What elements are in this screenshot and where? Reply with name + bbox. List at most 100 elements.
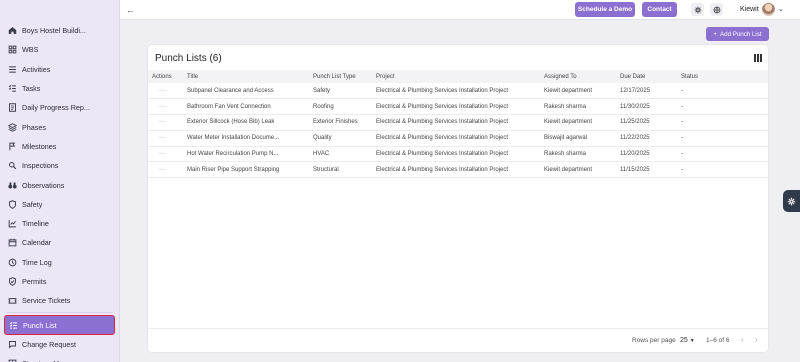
row-actions-menu[interactable]: ··· bbox=[148, 114, 183, 131]
cell-project: Electrical & Plumbing Services Installat… bbox=[372, 114, 540, 131]
schedule-demo-button[interactable]: Schedule a Demo bbox=[575, 2, 635, 17]
table-row[interactable]: ··· Main Riser Pipe Support Strapping Stru… bbox=[148, 161, 768, 179]
cell-due-date: 11/22/2025 bbox=[616, 130, 677, 147]
sidebar-item-calendar[interactable]: Calendar bbox=[0, 233, 119, 252]
cell-assigned-to: Kiewit department bbox=[540, 114, 616, 131]
sidebar-item-timeline[interactable]: Timeline bbox=[0, 214, 119, 233]
sidebar-item-label: Observations bbox=[22, 180, 65, 190]
row-actions-menu[interactable]: ··· bbox=[148, 146, 183, 163]
row-actions-menu[interactable]: ··· bbox=[148, 98, 183, 116]
sidebar-item-wbs[interactable]: WBS bbox=[0, 40, 119, 59]
sidebar-item-daily-progress-rep[interactable]: Daily Progress Rep... bbox=[0, 98, 119, 117]
column-header-assigned-to[interactable]: Assigned To bbox=[540, 70, 616, 83]
cell-type: Structural bbox=[309, 161, 372, 179]
cell-project: Electrical & Plumbing Services Installat… bbox=[372, 161, 540, 179]
cell-status: - bbox=[677, 161, 768, 179]
sidebar-item-safety[interactable]: Safety bbox=[0, 195, 119, 214]
floating-settings-button[interactable] bbox=[783, 190, 800, 212]
chevron-left-icon[interactable]: ‹ bbox=[741, 335, 744, 344]
contact-button[interactable]: Contact bbox=[642, 2, 677, 17]
sidebar-item-milestones[interactable]: Milestones bbox=[0, 137, 119, 156]
cell-assigned-to: Rakesh sharma bbox=[540, 146, 616, 163]
sidebar-item-observations[interactable]: Observations bbox=[0, 175, 119, 194]
cell-due-date: 11/20/2025 bbox=[616, 146, 677, 163]
punch-list-card: Punch Lists (6) Actions Title Punch List… bbox=[148, 45, 768, 352]
chevron-down-icon[interactable]: ⌄ bbox=[778, 5, 784, 13]
caret-down-icon: ▼ bbox=[689, 337, 695, 344]
sidebar-item-phases[interactable]: Phases bbox=[0, 117, 119, 136]
cell-title[interactable]: Water Meter Installation Docume... bbox=[183, 130, 309, 147]
sidebar-item-label: Calendar bbox=[22, 238, 52, 248]
ticket-icon bbox=[8, 296, 17, 305]
sidebar-item-label: Phases bbox=[22, 122, 46, 132]
row-actions-menu[interactable]: ··· bbox=[148, 83, 183, 100]
cell-title[interactable]: Exterior Sillcock (Hose Bib) Leak bbox=[183, 114, 309, 131]
row-actions-menu[interactable]: ··· bbox=[148, 161, 183, 179]
chevron-right-icon[interactable]: › bbox=[755, 335, 758, 344]
sidebar-item-label: Permits bbox=[22, 277, 47, 286]
cell-assigned-to: Kiewit department bbox=[540, 161, 616, 179]
table-row[interactable]: ··· Bathroom Fan Vent Connection Roofing El… bbox=[148, 98, 768, 116]
column-header-title[interactable]: Title bbox=[183, 70, 309, 83]
add-punch-list-label: Add Punch List bbox=[720, 30, 762, 38]
cell-title[interactable]: Subpanel Clearance and Access bbox=[183, 83, 309, 100]
rows-per-page-select[interactable]: 25 ▼ bbox=[680, 337, 695, 344]
calendar-icon bbox=[8, 238, 17, 247]
permit-icon bbox=[8, 277, 17, 286]
cell-status: - bbox=[677, 146, 768, 163]
cell-due-date: 11/15/2025 bbox=[616, 161, 677, 179]
column-header-actions[interactable]: Actions bbox=[148, 70, 183, 83]
cell-type: Quality bbox=[309, 130, 372, 147]
sidebar-item-service-tickets[interactable]: Service Tickets bbox=[0, 291, 119, 310]
phases-icon bbox=[8, 122, 17, 132]
sidebar-item-punch-list[interactable]: Punch List bbox=[4, 315, 115, 335]
back-arrow-icon[interactable]: ← bbox=[124, 3, 137, 16]
avatar[interactable] bbox=[762, 3, 775, 16]
sidebar-item-time-log[interactable]: Time Log bbox=[0, 253, 119, 272]
column-header-type[interactable]: Punch List Type bbox=[309, 70, 372, 83]
sidebar-item-label: Boys Hostel Buildi... bbox=[22, 26, 86, 36]
sidebar-item-structure-manageme[interactable]: Structure Manageme... bbox=[0, 354, 119, 362]
sidebar-item-label: Daily Progress Rep... bbox=[22, 103, 90, 113]
cell-title[interactable]: Hot Water Recirculation Pump N... bbox=[183, 146, 309, 163]
sidebar-item-inspections[interactable]: Inspections bbox=[0, 156, 119, 175]
sidebar-item-label: Activities bbox=[22, 64, 51, 74]
sidebar-item-label: Punch List bbox=[23, 320, 57, 330]
gear-icon bbox=[787, 197, 796, 205]
change-request-icon bbox=[8, 340, 17, 349]
table-row[interactable]: ··· Exterior Sillcock (Hose Bib) Leak Exte… bbox=[148, 114, 768, 131]
add-punch-list-button[interactable]: + Add Punch List bbox=[706, 27, 769, 41]
cell-assigned-to: Kiewit department bbox=[540, 83, 616, 100]
cell-title[interactable]: Main Riser Pipe Support Strapping bbox=[183, 161, 309, 179]
cell-type: Safety bbox=[309, 83, 372, 100]
rows-per-page-label: Rows per page bbox=[632, 337, 676, 344]
punch-list-table: Actions Title Punch List Type Project As… bbox=[148, 70, 768, 179]
cell-title[interactable]: Bathroom Fan Vent Connection bbox=[183, 98, 309, 116]
column-header-due-date[interactable]: Due Date bbox=[616, 70, 677, 83]
globe-icon[interactable] bbox=[710, 3, 723, 16]
row-actions-menu[interactable]: ··· bbox=[148, 130, 183, 147]
cell-project: Electrical & Plumbing Services Installat… bbox=[372, 98, 540, 116]
grid-icon bbox=[8, 45, 17, 54]
user-name[interactable]: Kiewit bbox=[740, 6, 759, 13]
sidebar-item-label: Time Log bbox=[22, 257, 52, 267]
table-row[interactable]: ··· Water Meter Installation Docume... Qua… bbox=[148, 130, 768, 147]
clock-icon bbox=[8, 258, 17, 267]
cell-status: - bbox=[677, 114, 768, 131]
table-row[interactable]: ··· Hot Water Recirculation Pump N... HVAC… bbox=[148, 146, 768, 163]
milestone-icon bbox=[8, 142, 17, 151]
sidebar-item-permits[interactable]: Permits bbox=[0, 272, 119, 291]
page-title: Punch Lists (6) bbox=[155, 53, 222, 64]
sidebar-item-tasks[interactable]: Tasks bbox=[0, 79, 119, 98]
sidebar-item-boys-hostel-buildi[interactable]: Boys Hostel Buildi... bbox=[0, 21, 119, 40]
inspection-icon bbox=[8, 161, 17, 170]
columns-icon[interactable] bbox=[754, 54, 762, 62]
column-header-status[interactable]: Status bbox=[677, 70, 768, 83]
sidebar-item-change-request[interactable]: Change Request bbox=[0, 335, 119, 354]
sidebar-item-label: Tasks bbox=[22, 84, 41, 94]
column-header-project[interactable]: Project bbox=[372, 70, 540, 83]
settings-icon[interactable] bbox=[691, 3, 704, 16]
cell-project: Electrical & Plumbing Services Installat… bbox=[372, 83, 540, 100]
table-row[interactable]: ··· Subpanel Clearance and Access Safety El… bbox=[148, 83, 768, 100]
sidebar-item-activities[interactable]: Activities bbox=[0, 60, 119, 79]
